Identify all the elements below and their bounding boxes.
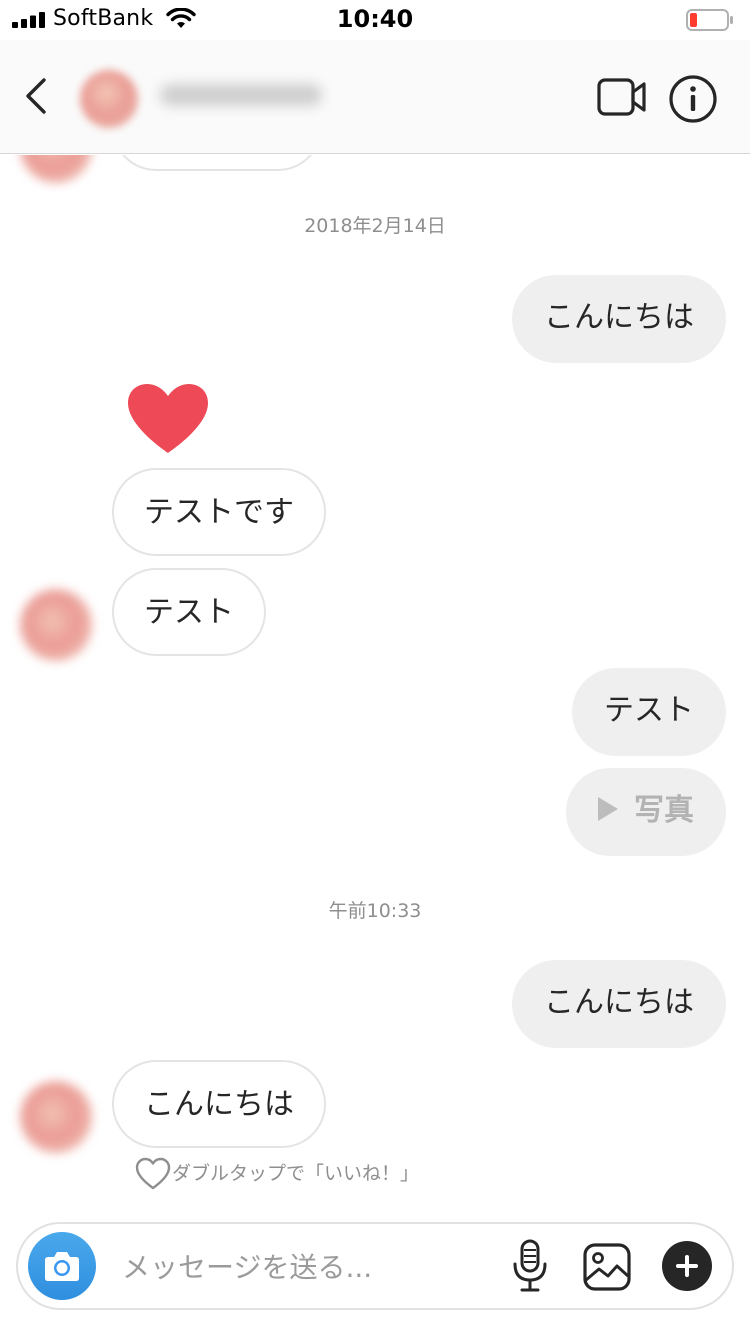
message-bubble-incoming[interactable]: テストです — [112, 468, 326, 556]
message-bubble-outgoing[interactable]: テスト — [572, 668, 726, 756]
message-bubble-incoming[interactable]: こんにちは — [112, 1060, 326, 1148]
message-composer — [16, 1222, 734, 1310]
header-avatar[interactable] — [80, 70, 138, 128]
sender-avatar[interactable] — [20, 155, 92, 183]
sender-avatar[interactable] — [20, 1081, 92, 1153]
double-tap-like-hint: ダブルタップで「いいね！」 — [134, 1155, 419, 1191]
play-icon — [598, 796, 618, 821]
message-bubble-outgoing[interactable]: こんにちは — [512, 275, 726, 363]
message-input[interactable] — [122, 1246, 492, 1288]
microphone-icon[interactable] — [510, 1238, 550, 1294]
message-thread[interactable]: 2018年2月14日 こんにちは テストです テスト テスト 写真 午前10:3… — [0, 155, 750, 1218]
message-bubble-partial[interactable] — [112, 155, 322, 171]
battery-icon — [686, 9, 733, 31]
add-content-button[interactable] — [662, 1241, 712, 1291]
status-time: 10:40 — [336, 5, 414, 33]
heart-outline-icon[interactable] — [134, 1156, 172, 1192]
message-bubble-incoming[interactable]: テスト — [112, 568, 266, 656]
camera-button[interactable] — [28, 1232, 96, 1300]
conversation-header: hiko_user — [0, 40, 750, 154]
photo-label: 写真 — [634, 793, 694, 828]
sender-avatar[interactable] — [20, 589, 92, 661]
info-icon[interactable] — [668, 74, 718, 124]
time-separator: 午前10:33 — [328, 900, 422, 922]
header-username[interactable]: hiko_user — [160, 84, 322, 106]
status-bar: SoftBank 10:40 — [0, 0, 750, 40]
heart-icon[interactable] — [124, 381, 212, 457]
photo-message-bubble[interactable]: 写真 — [566, 768, 726, 856]
back-chevron-icon[interactable] — [22, 76, 50, 116]
date-separator: 2018年2月14日 — [304, 215, 446, 237]
video-call-icon[interactable] — [596, 76, 648, 118]
gallery-icon[interactable] — [582, 1242, 632, 1292]
camera-icon — [45, 1252, 79, 1281]
double-tap-hint-text: ダブルタップで「いいね！」 — [172, 1162, 420, 1185]
message-bubble-outgoing[interactable]: こんにちは — [512, 960, 726, 1048]
